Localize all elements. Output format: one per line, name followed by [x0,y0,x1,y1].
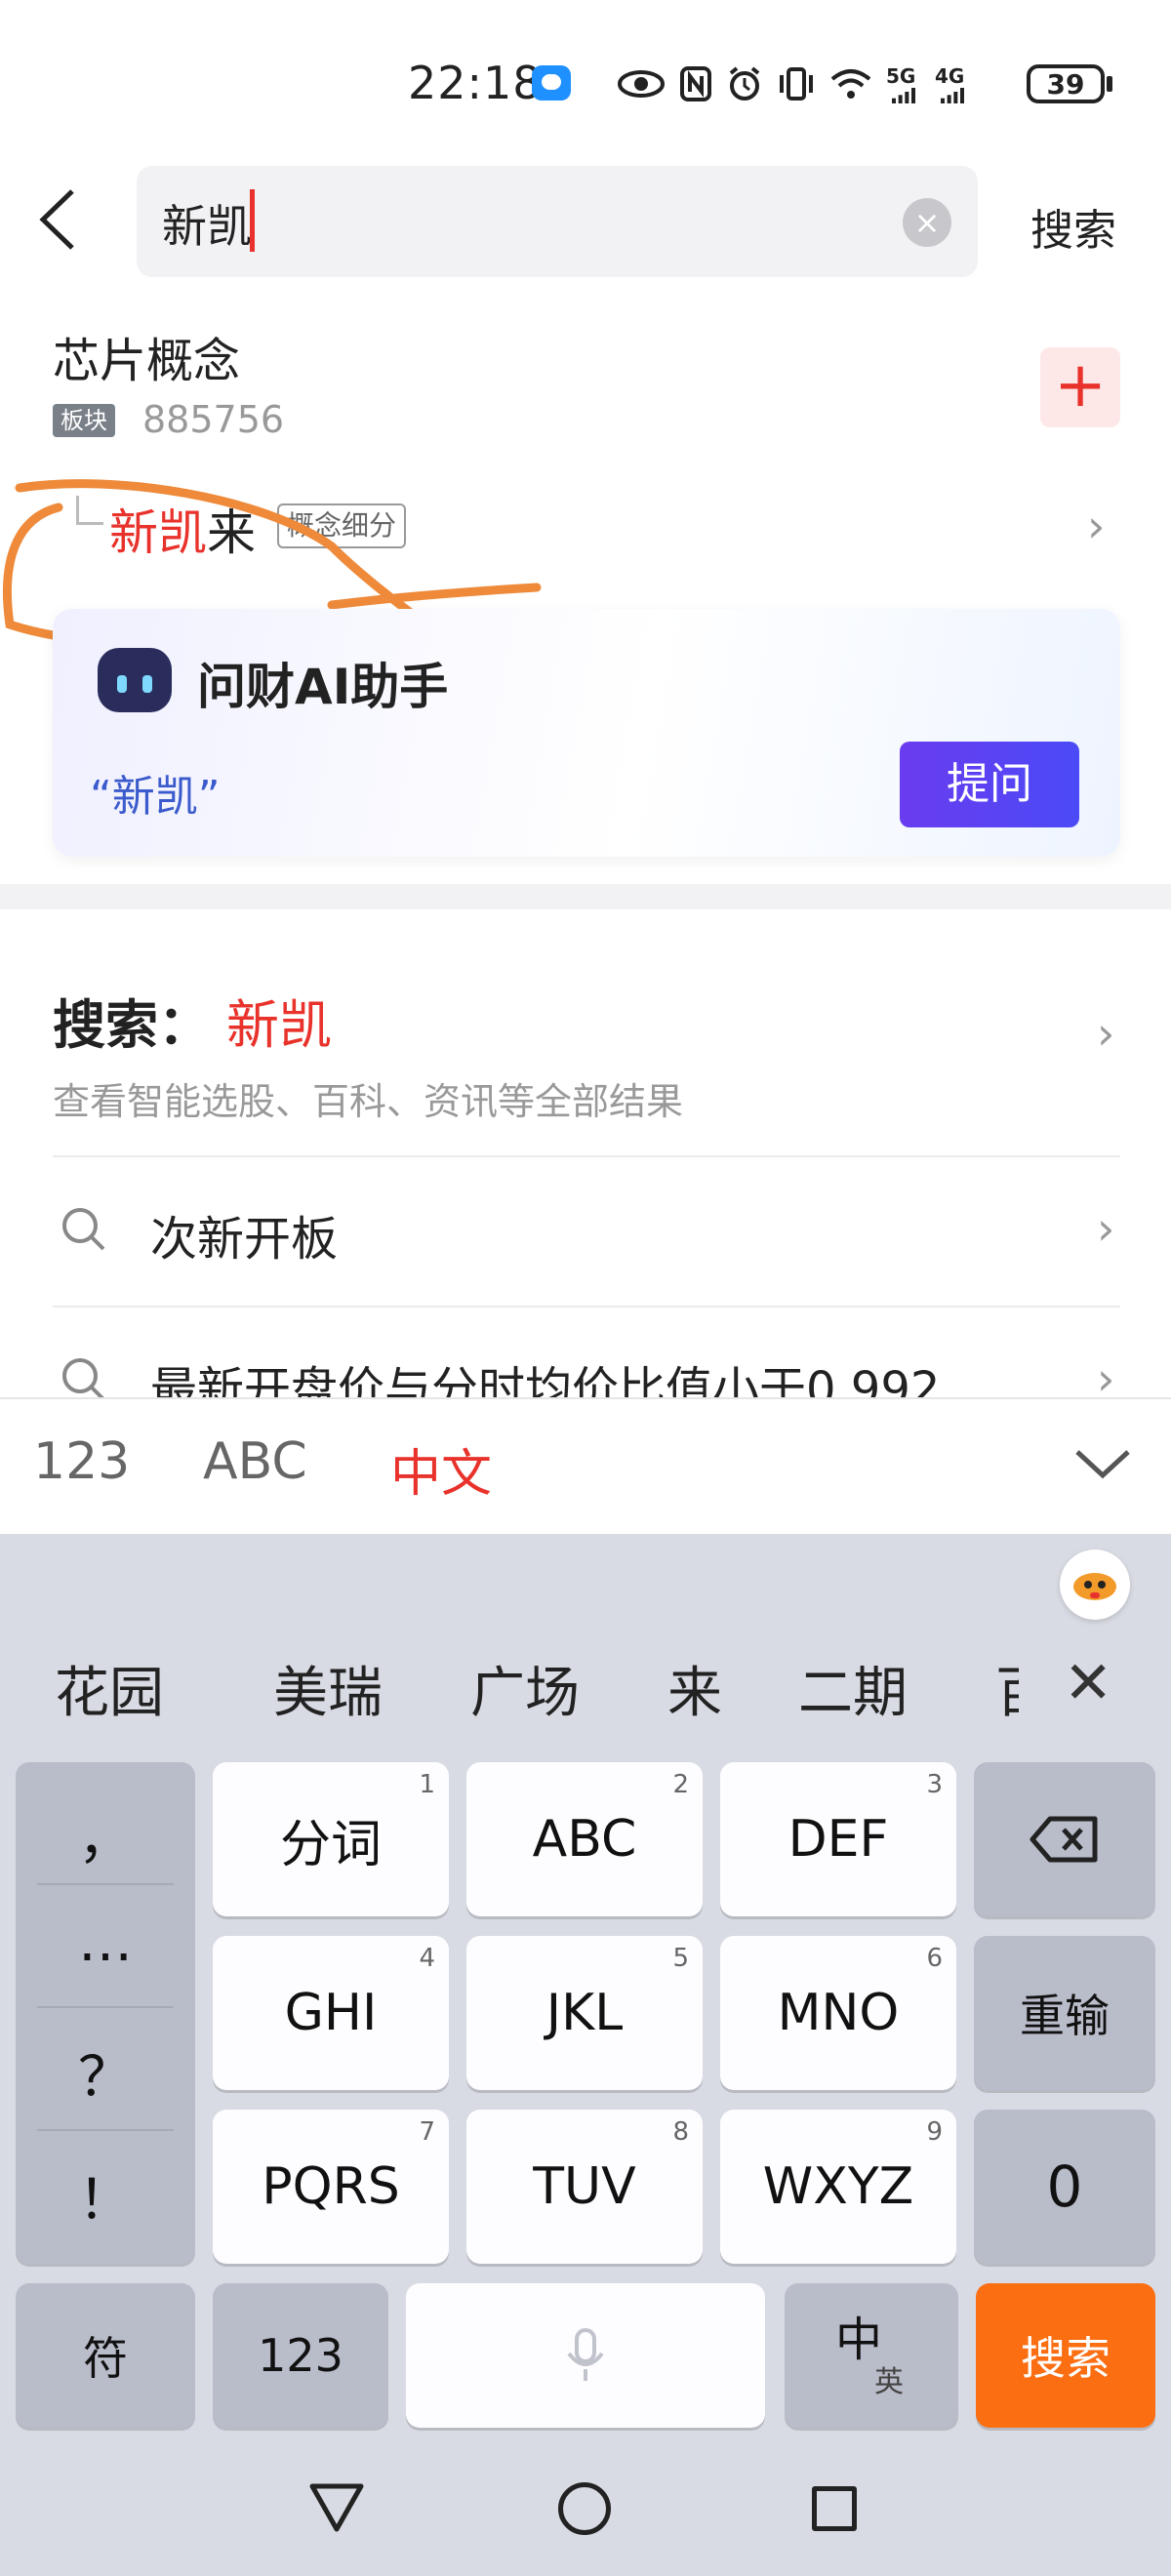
search-icon [61,1206,107,1253]
key-4[interactable]: GHI 4 [213,1936,449,2090]
mode-chinese[interactable]: 中文 [390,1432,492,1506]
backspace-icon [1030,1816,1098,1863]
back-button[interactable] [29,185,88,254]
key-9[interactable]: WXYZ 9 [720,2110,956,2264]
keyboard-mode-bar [0,1397,1171,1534]
eye-icon [617,64,666,103]
search-key[interactable]: 搜索 [976,2283,1155,2428]
ask-button[interactable]: 提问 [900,742,1079,827]
language-switch-key[interactable]: 中 英 [785,2283,958,2428]
search-button[interactable]: 搜索 [1030,195,1116,258]
clear-icon[interactable]: × [903,198,951,247]
key-6[interactable]: MNO 6 [720,1936,956,2090]
number-switch-key[interactable]: 123 [213,2283,388,2428]
triangle-back-icon [309,2483,364,2532]
section-divider [0,884,1171,909]
candidate-word[interactable]: 花园 [55,1649,164,1728]
candidate-word[interactable]: 广场 [470,1649,580,1728]
mode-123[interactable]: 123 [33,1432,130,1491]
alarm-icon [726,64,763,103]
status-time: 22:18 [408,57,543,109]
battery-tip [1107,76,1112,92]
battery-icon: 39 [1027,64,1105,103]
search-query-text: 新凯 [162,200,252,253]
status-bar [0,0,1171,161]
search-all-term[interactable]: 新凯 [226,982,332,1059]
signal-4g-icon: 4G [935,64,970,103]
chevron-down-icon[interactable] [1073,1434,1132,1493]
key-7[interactable]: PQRS 7 [213,2110,449,2264]
punct-key[interactable]: … [16,1911,195,1974]
text-caret [250,189,255,252]
punct-divider [37,2006,174,2008]
search-all-label[interactable]: 搜索： [53,982,211,1059]
search-input[interactable] [137,166,978,277]
punct-key[interactable]: ？ [16,2033,195,2113]
close-candidates-icon[interactable]: ✕ [1064,1649,1112,1717]
punct-key[interactable]: ！ [16,2156,195,2235]
result-code: 885756 [142,398,285,441]
punct-key[interactable]: ， [16,1795,195,1874]
suggestion-item[interactable]: 次新开板 [150,1200,338,1268]
reenter-button[interactable]: 重输 [974,1936,1155,2090]
symbol-key[interactable]: 符 [16,2283,195,2428]
chevron-right-icon[interactable]: › [1097,1007,1114,1060]
add-watchlist-button[interactable]: + [1040,347,1120,427]
nav-recents-button[interactable] [812,2486,857,2531]
backspace-button[interactable] [974,1762,1155,1916]
nav-home-button[interactable] [558,2482,611,2535]
punct-divider [37,2129,174,2131]
candidate-word[interactable]: 百 [995,1649,1019,1728]
ai-card-title: 问财AI助手 [197,659,449,715]
chevron-left-icon [39,189,74,250]
result-title[interactable]: 芯片概念 [53,322,240,390]
message-icon [532,65,571,101]
candidate-word[interactable]: 美瑞 [273,1649,383,1728]
divider-line [53,1306,1120,1308]
candidate-word[interactable]: 二期 [798,1649,908,1728]
candidate-word[interactable]: 来 [667,1649,722,1728]
search-all-desc: 查看智能选股、百科、资讯等全部结果 [53,1080,684,1123]
nfc-icon [679,64,712,103]
key-0[interactable]: 0 [974,2110,1155,2264]
sub-result-item[interactable]: 新凯来 [109,494,256,564]
space-key[interactable] [406,2283,765,2428]
status-icons: 5G 4G [617,60,970,107]
vibrate-icon [777,64,816,103]
wifi-icon [829,64,872,103]
robot-eye [117,675,127,693]
key-3[interactable]: DEF 3 [720,1762,956,1916]
mode-abc[interactable]: ABC [203,1432,307,1491]
key-2[interactable]: ABC 2 [466,1762,703,1916]
punct-divider [37,1883,174,1885]
tree-branch-icon [76,496,103,525]
key-1[interactable]: 分词 1 [213,1762,449,1916]
key-5[interactable]: JKL 5 [466,1936,703,2090]
nav-back-button[interactable] [308,2482,365,2537]
microphone-icon [567,2328,604,2381]
divider-line [53,1155,1120,1157]
key-8[interactable]: TUV 8 [466,2110,703,2264]
robot-eye [142,675,152,693]
signal-5g-icon: 5G [886,64,921,103]
sub-concept-tag: 概念细分 [277,503,407,548]
search-icon [61,1356,107,1403]
chevron-right-icon[interactable]: › [1087,500,1105,552]
robot-icon [98,648,172,712]
chevron-right-icon[interactable]: › [1097,1202,1114,1255]
sector-tag: 板块 [53,404,115,437]
mascot-icon[interactable] [1060,1550,1130,1620]
ai-card-quote: “新凯” [90,772,221,822]
